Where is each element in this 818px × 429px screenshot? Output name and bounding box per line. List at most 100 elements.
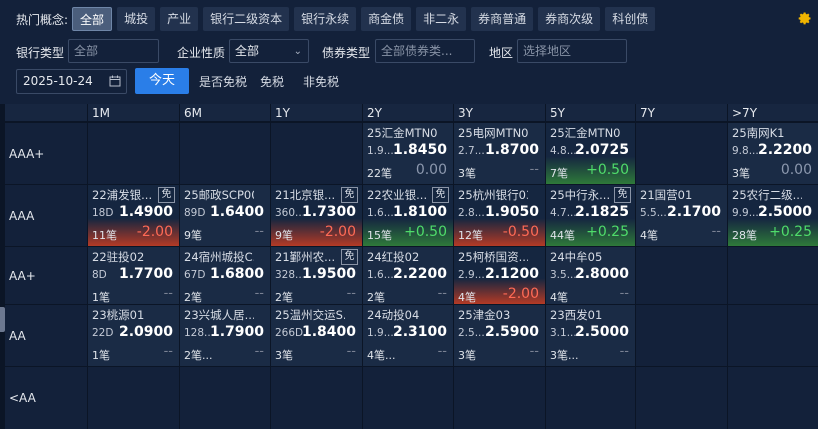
empty-cell xyxy=(453,366,545,429)
bond-cell[interactable]: 21北京银... 免 360... 1.7300 9笔 -2.00 xyxy=(270,184,362,246)
bond-name: 22浦发银... xyxy=(92,188,153,202)
tag-broker-ordinary[interactable]: 券商普通 xyxy=(471,7,534,31)
bond-cell[interactable]: 24动投04 1.9... 2.3100 4笔... -- xyxy=(362,304,453,366)
bond-cell[interactable]: 25中行永... 免 4.7... 2.1825 44笔 +0.25 xyxy=(545,184,635,246)
bond-yield: 2.2200 xyxy=(392,266,447,282)
yield-change: 0.00 xyxy=(780,162,812,178)
bond-cell[interactable]: 24中牟05 3.5... 2.8000 4笔 -- xyxy=(545,246,635,304)
yield-change: -2.00 xyxy=(502,286,539,302)
bond-term: 2.9... xyxy=(458,269,485,281)
region-input[interactable]: 选择地区 xyxy=(517,39,627,63)
bond-term: 1.9... xyxy=(367,327,394,339)
tag-industry[interactable]: 产业 xyxy=(160,7,199,31)
bond-name: 25电网MTN0... xyxy=(458,126,528,140)
tax-question-label: 是否免税 xyxy=(199,75,248,89)
empty-cell xyxy=(727,366,818,429)
bond-yield: 2.0725 xyxy=(574,142,629,158)
yield-change: -- xyxy=(437,344,447,359)
today-button[interactable]: 今天 xyxy=(135,68,189,94)
gear-icon[interactable] xyxy=(797,11,812,26)
bond-term: 3.1... xyxy=(550,327,577,339)
bond-name: 24动投04 xyxy=(367,308,420,322)
bond-cell[interactable]: 25汇金MTN0... 4.8...2.0725 7笔 +0.50 xyxy=(545,122,635,184)
date-row: 2025-10-24 今天 是否免税 免税 非免税 xyxy=(0,66,818,96)
bond-cell[interactable]: 24红投02 1.6... 2.2200 2笔 -- xyxy=(362,246,453,304)
bond-type-label: 债券类型 xyxy=(322,46,371,60)
hot-concept-bar: 热门概念: 全部 城投 产业 银行二级资本 银行永续 商金债 非二永 券商普通 … xyxy=(0,0,818,38)
filter-row: 银行类型 全部 企业性质 全部 ⌄ 债券类型 全部债券类... 地区 选择地区 xyxy=(0,38,818,66)
yield-change: +0.25 xyxy=(586,224,629,240)
bond-yield: 1.7900 xyxy=(209,324,264,340)
bond-cell[interactable]: 21国营01 5.5... 2.1700 4笔 -- xyxy=(635,184,727,246)
bond-yield: 1.7700 xyxy=(118,266,173,282)
yield-change: -2.00 xyxy=(136,224,173,240)
bank-type-input[interactable]: 全部 xyxy=(68,39,159,63)
chevron-down-icon: ⌄ xyxy=(293,46,302,57)
tag-non-tier2-perpetual[interactable]: 非二永 xyxy=(416,7,467,31)
column-header: 1Y xyxy=(270,104,362,122)
bond-cell[interactable]: 24宿州城投C... 67D1.6800 2笔 -- xyxy=(179,246,270,304)
column-header: 6M xyxy=(179,104,270,122)
trade-count: 28笔 xyxy=(732,229,757,242)
bond-yield: 2.1700 xyxy=(666,204,721,220)
bond-term: 22D xyxy=(92,327,114,339)
tag-bank-tier2[interactable]: 银行二级资本 xyxy=(203,7,290,31)
bond-term: 1.9... xyxy=(367,145,394,157)
bond-cell[interactable]: 23西发01 3.1... 2.5000 3笔... -- xyxy=(545,304,635,366)
bond-cell[interactable]: 23兴城人居... 128... 1.7900 2笔... -- xyxy=(179,304,270,366)
column-header: 3Y xyxy=(453,104,545,122)
bond-term: 2.7... xyxy=(458,145,485,157)
tag-sci-tech-bond[interactable]: 科创债 xyxy=(605,7,656,31)
bond-cell[interactable]: 25南网K1 9.8... 2.2200 3笔 0.00 xyxy=(727,122,818,184)
yield-matrix: 1M 6M 1Y 2Y 3Y 5Y 7Y >7Y AAA+ AAA AA+ AA <AA 25汇金MTN0… xyxy=(0,104,818,429)
bond-term: 5.5... xyxy=(640,207,667,219)
corp-nature-select[interactable]: 全部 ⌄ xyxy=(229,39,309,63)
tag-bank-perpetual[interactable]: 银行永续 xyxy=(294,7,357,31)
bond-cell[interactable]: 25杭州银行03 2.8... 1.9050 12笔 -0.50 xyxy=(453,184,545,246)
row-header: AA+ xyxy=(5,246,87,304)
bond-type-input[interactable]: 全部债券类... xyxy=(375,39,475,63)
corp-nature-value: 全部 xyxy=(235,44,260,58)
bond-cell[interactable]: 25邮政SCP001 89D1.6400 9笔 -- xyxy=(179,184,270,246)
column-header: >7Y xyxy=(727,104,818,122)
bond-cell[interactable]: 25电网MTN0... 2.7...1.8700 3笔 -- xyxy=(453,122,545,184)
empty-cell xyxy=(87,366,179,429)
bond-cell[interactable]: 25汇金MTN0... 1.9...1.845022笔 0.00 xyxy=(362,122,453,184)
bond-cell[interactable]: 25农行二级... 9.9... 2.5000 28笔 +0.25 xyxy=(727,184,818,246)
bond-cell[interactable]: 25温州交运S... 266D1.8400 3笔 -- xyxy=(270,304,362,366)
bond-yield: 1.8450 xyxy=(392,142,447,158)
trade-count: 22笔 xyxy=(367,167,392,180)
bond-term: 128... xyxy=(184,327,212,339)
tax-exempt-option[interactable]: 免税 xyxy=(260,73,284,90)
trade-count: 9笔 xyxy=(275,229,293,242)
bond-cell[interactable]: 23桃源01 22D 2.0900 1笔 -- xyxy=(87,304,179,366)
bond-name: 21北京银... xyxy=(275,188,336,202)
bond-name: 25南网K1 xyxy=(732,126,785,140)
yield-change: +0.25 xyxy=(769,224,812,240)
bond-cell[interactable]: 22浦发银... 免 18D 1.4900 11笔 -2.00 xyxy=(87,184,179,246)
tag-commercial-financial[interactable]: 商金债 xyxy=(361,7,412,31)
tag-broker-subordinate[interactable]: 券商次级 xyxy=(538,7,601,31)
tag-all[interactable]: 全部 xyxy=(72,7,113,31)
tag-chengtou[interactable]: 城投 xyxy=(117,7,156,31)
tax-nonexempt-option[interactable]: 非免税 xyxy=(303,73,339,90)
calendar-icon xyxy=(109,75,121,87)
column-header: 5Y xyxy=(545,104,635,122)
trade-count: 12笔 xyxy=(458,229,483,242)
bond-name: 24中牟05 xyxy=(550,250,603,264)
bond-name: 23西发01 xyxy=(550,308,603,322)
bond-cell[interactable]: 22农业银... 免 1.6... 1.8100 15笔 +0.50 xyxy=(362,184,453,246)
yield-change: +0.50 xyxy=(586,162,629,178)
bond-name: 23桃源01 xyxy=(92,308,145,322)
bond-cell[interactable]: 25津金03 2.5... 2.5900 3笔 -- xyxy=(453,304,545,366)
bond-yield: 1.8100 xyxy=(392,204,447,220)
bond-term: 18D xyxy=(92,207,114,219)
date-picker[interactable]: 2025-10-24 xyxy=(16,69,127,94)
bond-cell[interactable]: 21鄞州农... 免 328... 1.9500 2笔 -- xyxy=(270,246,362,304)
bond-term: 1.6... xyxy=(367,269,394,281)
bond-term: 2.5... xyxy=(458,327,485,339)
bond-cell[interactable]: 22驻投02 8D 1.7700 1笔 -- xyxy=(87,246,179,304)
bond-yield: 1.8700 xyxy=(484,142,539,158)
column-header: 2Y xyxy=(362,104,453,122)
bond-cell[interactable]: 25柯桥国资... 2.9... 2.1200 4笔 -2.00 xyxy=(453,246,545,304)
